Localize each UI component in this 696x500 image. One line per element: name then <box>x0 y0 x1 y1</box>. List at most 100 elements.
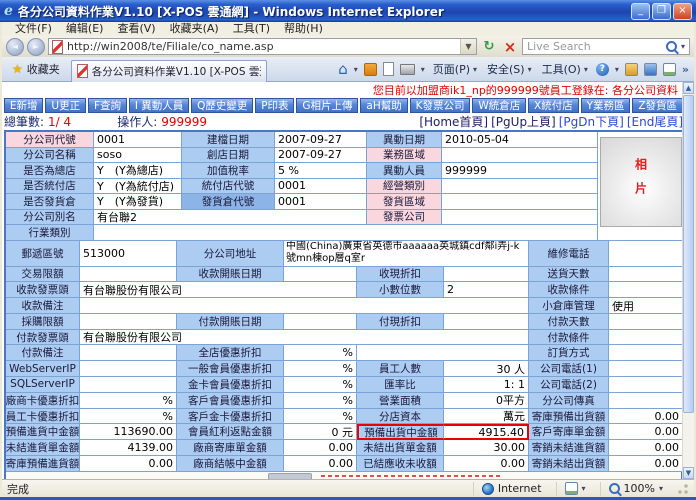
field-value[interactable]: 有台聯股份有限公司 <box>80 282 357 298</box>
field-value[interactable] <box>80 298 529 314</box>
print-icon[interactable] <box>400 64 415 75</box>
field-value[interactable] <box>357 345 529 361</box>
paging-link[interactable]: [Home首頁] <box>419 113 488 130</box>
scroll-down-arrow[interactable]: ▼ <box>683 467 694 479</box>
field-value[interactable] <box>444 314 529 330</box>
field-value[interactable] <box>442 194 598 210</box>
toolbar-button[interactable]: G相片上傳 <box>296 98 358 113</box>
toolbar-button[interactable]: X統付店 <box>528 98 579 113</box>
field-value[interactable]: % <box>284 393 357 409</box>
field-value[interactable]: Y (Y為發貨) <box>94 194 182 210</box>
forward-button[interactable]: ► <box>27 38 45 56</box>
read-mail-icon[interactable] <box>383 62 394 76</box>
field-value[interactable] <box>80 361 177 377</box>
home-dropdown-arrow[interactable]: ▾ <box>354 65 358 74</box>
field-value[interactable]: 999999 <box>442 163 598 179</box>
zoom-control[interactable]: 100% ▾ <box>600 482 671 496</box>
field-value[interactable]: % <box>284 361 357 377</box>
field-value[interactable]: 0.00 <box>609 456 683 472</box>
minimize-button[interactable]: _ <box>631 3 650 20</box>
toolbar-button[interactable]: Q歷史變更 <box>191 98 253 113</box>
help-dropdown-arrow[interactable]: ▾ <box>615 65 619 74</box>
field-value[interactable]: % <box>284 377 357 393</box>
field-value[interactable]: 0.00 <box>609 440 683 456</box>
field-value[interactable]: 1: 1 <box>444 377 529 393</box>
field-value[interactable]: 113690.00 <box>80 424 177 440</box>
toolbar-button[interactable]: aH幫助 <box>360 98 407 113</box>
menu-item[interactable]: 收藏夹(A) <box>163 22 226 36</box>
field-value[interactable]: 0 元 <box>284 424 357 440</box>
field-value[interactable]: soso <box>94 148 182 164</box>
field-value[interactable]: 0.00 <box>609 424 683 440</box>
chevron-right-icon[interactable]: » <box>682 63 689 76</box>
field-value[interactable]: 2010-05-04 <box>442 132 598 148</box>
field-value[interactable] <box>442 148 598 164</box>
toolbar-button[interactable]: K發票公司 <box>410 98 471 113</box>
field-value[interactable] <box>94 225 598 241</box>
field-value[interactable]: 萬元 <box>444 409 529 425</box>
field-value[interactable]: 30.00 <box>444 440 529 456</box>
field-value[interactable]: 有台聯股份有限公司 <box>80 330 529 346</box>
field-value[interactable]: 4139.00 <box>80 440 177 456</box>
field-value[interactable]: % <box>80 409 177 425</box>
field-value[interactable] <box>442 210 598 226</box>
page-menu-button[interactable]: 页面(P) ▾ <box>431 59 479 79</box>
field-value[interactable] <box>609 377 683 393</box>
field-value[interactable]: % <box>284 345 357 361</box>
refresh-button[interactable]: ↻ <box>480 38 498 56</box>
toolbar-button[interactable]: Y業務區 <box>581 98 631 113</box>
paging-link[interactable]: [End尾頁] <box>627 113 683 130</box>
field-value[interactable]: 中國(China)廣東省英德市aaaaaa英城鎮cdf鄰i弄j-k號mn棟op層… <box>284 241 529 267</box>
safety-menu-button[interactable]: 安全(S) ▾ <box>485 59 534 79</box>
field-value[interactable]: 2007-09-27 <box>275 148 367 164</box>
field-value[interactable]: 0001 <box>275 194 367 210</box>
photo-placeholder[interactable]: 相片 <box>600 137 682 227</box>
edit-icon[interactable] <box>644 63 657 76</box>
field-value[interactable] <box>609 241 683 267</box>
field-value[interactable] <box>609 393 683 409</box>
image-icon[interactable] <box>663 63 676 76</box>
field-value[interactable]: 5 % <box>275 163 367 179</box>
toolbar-button[interactable]: I 異動人員 <box>129 98 189 113</box>
menu-item[interactable]: 编辑(E) <box>59 22 111 36</box>
menu-item[interactable]: 工具(T) <box>226 22 277 36</box>
scroll-up-arrow[interactable]: ▲ <box>683 82 694 94</box>
field-value[interactable]: 0.00 <box>80 456 177 472</box>
field-value[interactable] <box>442 179 598 195</box>
maximize-button[interactable]: ❐ <box>652 3 671 20</box>
search-input[interactable]: Live Search ▾ <box>522 38 690 55</box>
field-value[interactable]: 有台聯2 <box>94 210 367 226</box>
field-value[interactable] <box>444 267 529 283</box>
menu-item[interactable]: 查看(V) <box>110 22 162 36</box>
field-value[interactable] <box>609 330 683 346</box>
field-value[interactable]: 0平方 <box>444 393 529 409</box>
paging-link[interactable]: [PgDn下頁] <box>559 113 624 130</box>
field-value[interactable]: 2007-09-27 <box>275 132 367 148</box>
search-dropdown-arrow[interactable]: ▾ <box>681 42 685 51</box>
search-icon[interactable] <box>666 41 677 52</box>
print-dropdown-arrow[interactable]: ▾ <box>421 65 425 74</box>
field-value[interactable] <box>609 361 683 377</box>
field-value[interactable]: 0001 <box>94 132 182 148</box>
vertical-scrollbar[interactable]: ▲ ▼ <box>682 82 694 479</box>
field-value[interactable]: 513000 <box>80 241 177 267</box>
field-value[interactable]: 4915.40 <box>444 424 529 440</box>
menu-item[interactable]: 文件(F) <box>8 22 59 36</box>
rss-icon[interactable] <box>364 63 377 76</box>
field-value[interactable]: % <box>284 409 357 425</box>
field-value[interactable]: 0.00 <box>284 440 357 456</box>
field-value[interactable]: 0001 <box>275 179 367 195</box>
field-value[interactable] <box>609 267 683 283</box>
field-value[interactable]: 0.00 <box>284 456 357 472</box>
field-value[interactable]: 0.00 <box>444 456 529 472</box>
address-dropdown-arrow[interactable]: ▼ <box>460 39 476 54</box>
field-value[interactable] <box>284 267 357 283</box>
tab-active[interactable]: 各分公司資料作業V1.10 [X-POS 雲通網] <box>71 60 267 82</box>
field-value[interactable]: Y (Y為統付店) <box>94 179 182 195</box>
address-input[interactable]: http://win2008/te/Filiale/co_name.asp ▼ <box>48 38 477 55</box>
toolbar-button[interactable]: F查詢 <box>88 98 127 113</box>
close-button[interactable]: × <box>673 3 692 20</box>
field-value[interactable]: 30 人 <box>444 361 529 377</box>
user-icon[interactable] <box>625 63 638 76</box>
stop-button[interactable]: × <box>501 38 519 56</box>
